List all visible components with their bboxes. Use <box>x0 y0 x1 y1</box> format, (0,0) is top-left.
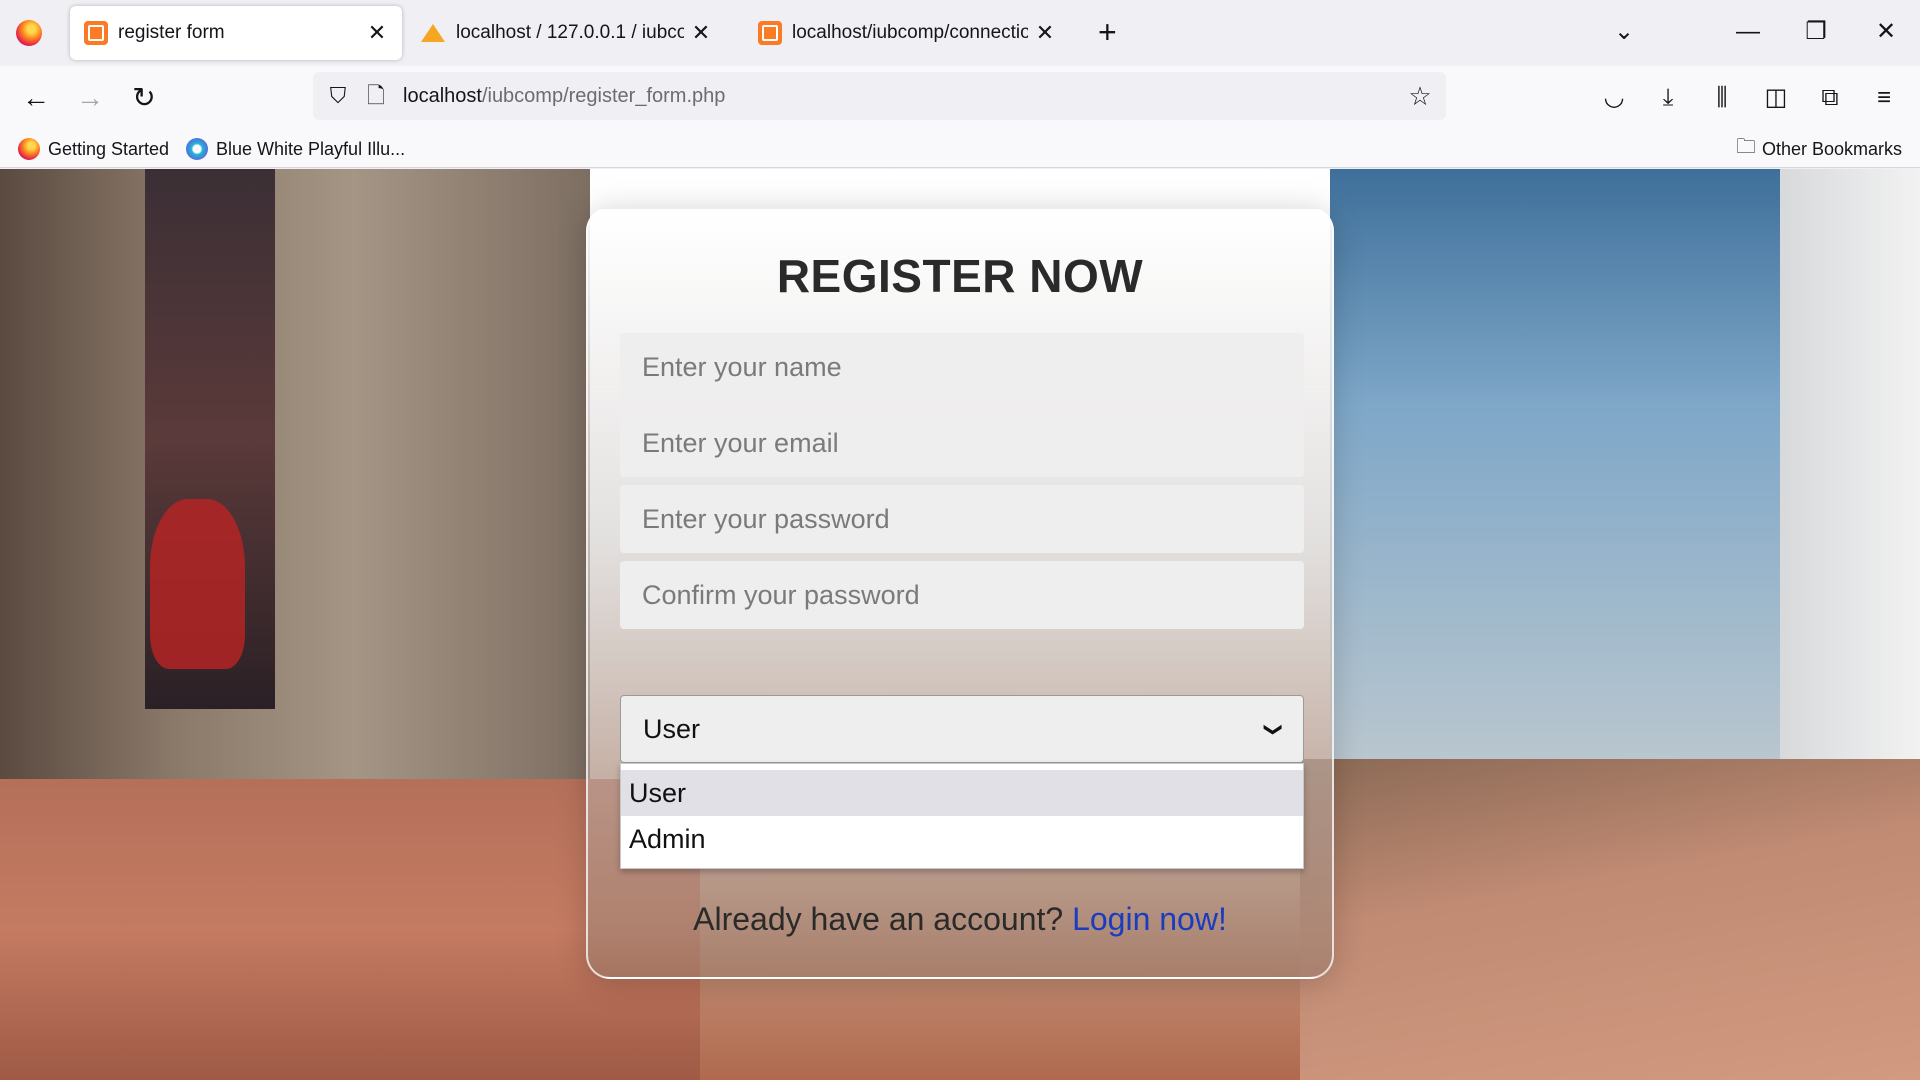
tab-title: register form <box>118 22 225 43</box>
xampp-icon <box>758 21 782 45</box>
page-icon[interactable]: 🗋 <box>363 83 389 109</box>
pocket-icon[interactable]: ◡ <box>1596 80 1632 116</box>
option-admin[interactable]: Admin <box>621 816 1303 862</box>
password-input[interactable] <box>620 485 1304 553</box>
user-type-dropdown: User Admin <box>620 763 1304 869</box>
xampp-icon <box>84 21 108 45</box>
tab-title: localhost / 127.0.0.1 / iubcomp <box>456 22 684 43</box>
email-input[interactable] <box>620 409 1304 477</box>
bookmark-star-icon[interactable]: ☆ <box>1402 81 1438 112</box>
login-link[interactable]: Login now! <box>1072 901 1227 937</box>
tab-bar: register form ✕ localhost / 127.0.0.1 / … <box>0 0 1920 66</box>
tab-register-form[interactable]: register form ✕ <box>70 6 402 60</box>
confirm-password-input[interactable] <box>620 561 1304 629</box>
other-bookmarks-label: Other Bookmarks <box>1762 138 1903 159</box>
user-type-selected-value: User <box>643 713 701 744</box>
option-user[interactable]: User <box>621 770 1303 816</box>
tab-title: localhost/iubcomp/connection.p <box>792 22 1028 43</box>
form-title: REGISTER NOW <box>776 250 1144 302</box>
url-host: localhost <box>403 84 482 107</box>
bookmark-blue-white[interactable]: Blue White Playful Illu... <box>186 136 405 162</box>
page-content: REGISTER NOW User ❯ User Admin Already h… <box>0 169 1920 1080</box>
phpmyadmin-icon <box>420 21 446 45</box>
bookmark-label: Blue White Playful Illu... <box>216 138 406 159</box>
user-type-select[interactable]: User ❯ <box>620 695 1304 763</box>
canva-icon <box>186 138 208 160</box>
folder-icon: 🗀 <box>1736 136 1756 158</box>
reload-icon[interactable]: ↻ <box>126 80 162 116</box>
close-icon[interactable]: ✕ <box>366 20 388 46</box>
menu-icon[interactable]: ≡ <box>1866 80 1902 116</box>
close-icon[interactable]: ✕ <box>690 20 712 46</box>
register-form: REGISTER NOW User ❯ User Admin Already h… <box>586 207 1334 979</box>
extensions-icon[interactable]: ⧉ <box>1812 80 1848 116</box>
shield-icon[interactable]: ⛉ <box>325 83 351 109</box>
new-tab-button[interactable]: + <box>1098 16 1117 48</box>
sidebar-icon[interactable]: ◫ <box>1758 80 1794 116</box>
tab-connection[interactable]: localhost/iubcomp/connection.p ✕ <box>744 6 1070 60</box>
firefox-icon <box>18 138 40 160</box>
window-close-icon[interactable]: ✕ <box>1868 14 1904 50</box>
library-icon[interactable]: ⫼ <box>1704 80 1740 116</box>
bookmark-getting-started[interactable]: Getting Started <box>18 136 169 162</box>
firefox-icon[interactable] <box>16 20 42 46</box>
chevron-down-icon: ❯ <box>1263 721 1284 737</box>
background-banner-art <box>150 499 245 669</box>
download-icon[interactable]: ⤓ <box>1650 80 1686 116</box>
login-prompt: Already have an account? Login now! <box>588 901 1332 938</box>
background-building-far-right <box>1780 169 1920 759</box>
url-path: /iubcomp/register_form.php <box>481 84 726 107</box>
back-icon[interactable]: ← <box>18 80 54 116</box>
navigation-bar: ← → ↻ ⛉ 🗋 localhost/iubcomp/register_for… <box>0 66 1920 130</box>
forward-icon[interactable]: → <box>72 80 108 116</box>
url-text[interactable]: localhost/iubcomp/register_form.php <box>403 85 1402 108</box>
list-all-tabs-chevron-icon[interactable]: ⌄ <box>1606 14 1642 50</box>
minimize-icon[interactable]: — <box>1730 14 1766 50</box>
login-prompt-text: Already have an account? <box>693 901 1064 937</box>
other-bookmarks[interactable]: 🗀 Other Bookmarks <box>1736 136 1902 162</box>
close-icon[interactable]: ✕ <box>1034 20 1056 46</box>
bookmark-label: Getting Started <box>48 138 170 159</box>
name-input[interactable] <box>620 333 1304 401</box>
background-courtyard-right <box>1300 759 1920 1080</box>
address-bar[interactable]: ⛉ 🗋 localhost/iubcomp/register_form.php … <box>313 72 1446 120</box>
tab-phpmyadmin[interactable]: localhost / 127.0.0.1 / iubcomp ✕ <box>406 6 726 60</box>
bookmarks-toolbar: Getting Started Blue White Playful Illu.… <box>0 130 1920 168</box>
restore-icon[interactable]: ❐ <box>1798 14 1834 50</box>
